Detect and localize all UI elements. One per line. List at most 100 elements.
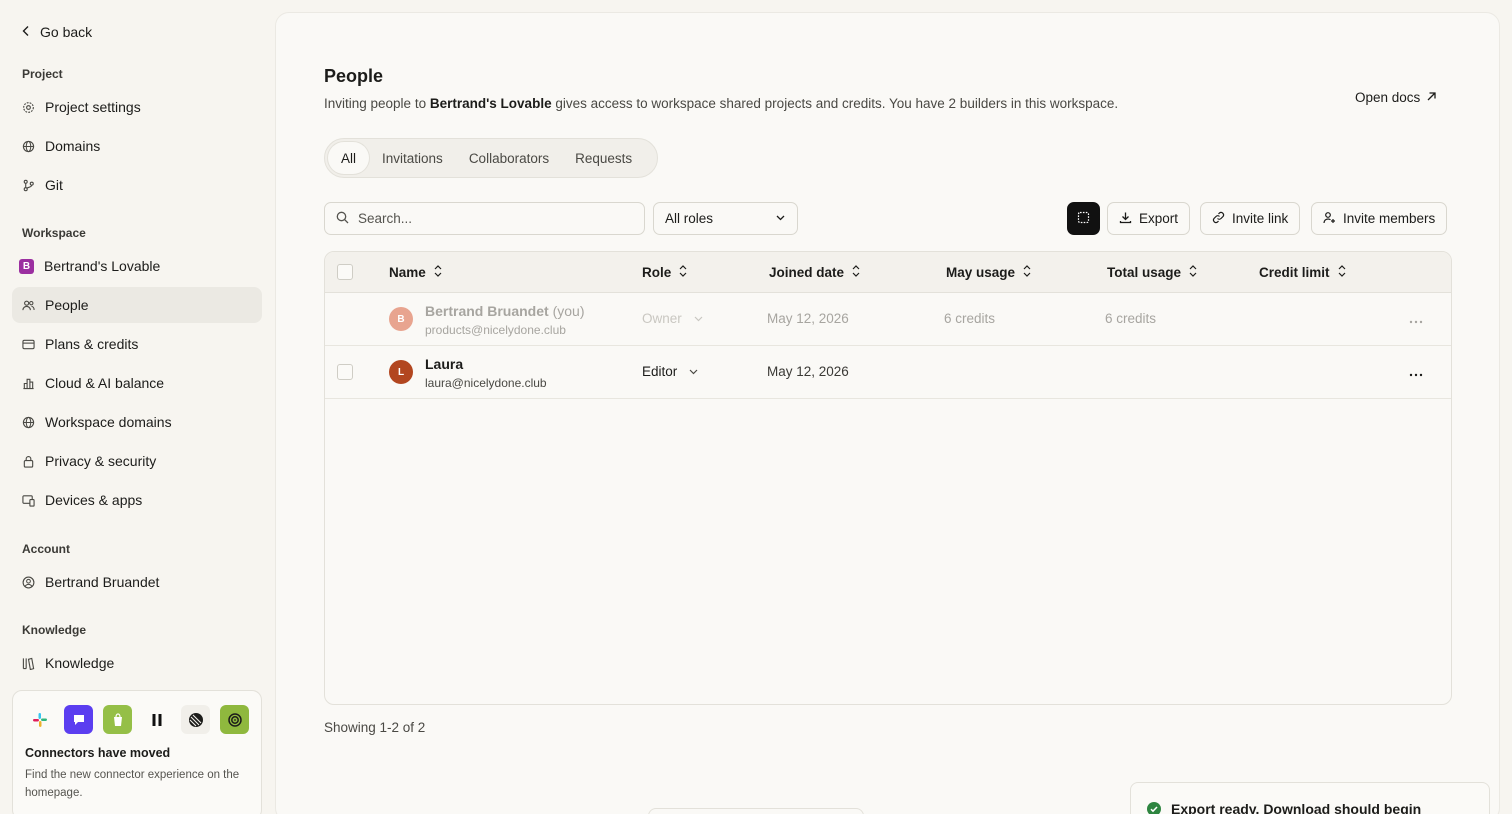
sidebar-item-git[interactable]: Git (12, 167, 262, 203)
column-label: Role (642, 265, 672, 280)
slack-icon (25, 705, 54, 734)
total-usage: 6 credits (1105, 311, 1157, 326)
pagination-summary: Showing 1-2 of 2 (324, 720, 426, 735)
invite-link-button[interactable]: Invite link (1200, 202, 1301, 235)
sidebar-item-label: People (45, 297, 89, 313)
toast-notification: Export ready. Download should begin (1130, 782, 1490, 814)
invite-members-label: Invite members (1343, 211, 1436, 226)
shopify-icon (103, 705, 132, 734)
column-name[interactable]: Name (389, 265, 442, 280)
sort-icon (1023, 265, 1031, 280)
tab-all[interactable]: All (328, 142, 370, 174)
roles-filter-value: All roles (665, 211, 714, 226)
sidebar-item-people[interactable]: People (12, 287, 262, 323)
people-table: Name Role Joined date May usage Total us… (324, 251, 1452, 705)
row-more-menu[interactable] (1409, 364, 1433, 380)
connectors-card-title: Connectors have moved (25, 746, 171, 760)
gear-icon (22, 101, 35, 114)
arrow-up-right-icon (1426, 90, 1437, 105)
column-label: Name (389, 265, 426, 280)
table-row[interactable]: L Laura laura@nicelydone.club Editor May… (325, 346, 1451, 399)
more-horizontal-icon (1409, 311, 1423, 327)
tab-requests[interactable]: Requests (562, 142, 645, 174)
role-value: Owner (642, 311, 682, 326)
pause-icon (142, 705, 171, 734)
column-credit-limit[interactable]: Credit limit (1259, 265, 1346, 280)
sidebar-item-account-profile[interactable]: Bertrand Bruandet (12, 564, 262, 600)
section-label-project: Project (22, 67, 63, 81)
open-docs-label: Open docs (1355, 90, 1421, 105)
sidebar-item-knowledge[interactable]: Knowledge (12, 645, 262, 681)
sidebar-item-workspace[interactable]: B Bertrand's Lovable (12, 248, 262, 284)
column-role[interactable]: Role (642, 265, 687, 280)
sidebar-item-label: Bertrand's Lovable (44, 258, 161, 274)
may-usage: 6 credits (944, 311, 996, 326)
section-label-workspace: Workspace (22, 226, 86, 240)
search-input[interactable] (358, 211, 618, 226)
sort-icon (1338, 265, 1346, 280)
sort-icon (679, 265, 687, 280)
select-mode-button[interactable] (1067, 202, 1100, 235)
sidebar-item-workspace-domains[interactable]: Workspace domains (12, 404, 262, 440)
sidebar-item-plans-credits[interactable]: Plans & credits (12, 326, 262, 362)
member-name: Bertrand Bruandet (you) (425, 303, 584, 319)
column-may-usage[interactable]: May usage (946, 265, 1031, 280)
avatar: L (389, 360, 413, 384)
lock-icon (22, 455, 35, 468)
column-label: Credit limit (1259, 265, 1330, 280)
sidebar-item-project-settings[interactable]: Project settings (12, 89, 262, 125)
sidebar-item-privacy-security[interactable]: Privacy & security (12, 443, 262, 479)
table-row[interactable]: B Bertrand Bruandet (you) products@nicel… (325, 293, 1451, 346)
section-label-knowledge: Knowledge (22, 623, 87, 637)
globe-icon (22, 140, 35, 153)
bottom-panel-edge (648, 808, 864, 814)
download-icon (1119, 211, 1132, 227)
sidebar-item-label: Plans & credits (45, 336, 139, 352)
go-back-link[interactable]: Go back (20, 22, 92, 42)
library-icon (22, 657, 35, 670)
check-circle-icon (1147, 801, 1161, 814)
column-joined-date[interactable]: Joined date (769, 265, 860, 280)
export-button[interactable]: Export (1107, 202, 1191, 235)
sidebar-item-devices-apps[interactable]: Devices & apps (12, 482, 262, 518)
search-box (324, 202, 645, 235)
sidebar-item-label: Git (45, 177, 63, 193)
row-more-menu[interactable] (1409, 311, 1433, 327)
sidebar-item-label: Devices & apps (45, 492, 143, 508)
column-label: May usage (946, 265, 1016, 280)
member-email: products@nicelydone.club (425, 323, 566, 337)
sidebar-item-label: Bertrand Bruandet (45, 574, 160, 590)
role-select[interactable]: Editor (642, 364, 698, 379)
sidebar-item-domains[interactable]: Domains (12, 128, 262, 164)
member-name: Laura (425, 356, 464, 372)
connectors-card-description: Find the new connector experience on the… (25, 769, 240, 799)
section-label-account: Account (22, 542, 70, 556)
user-plus-icon (1323, 211, 1336, 227)
link-icon (1212, 211, 1225, 227)
sidebar-item-label: Domains (45, 138, 101, 154)
sort-icon (434, 265, 442, 280)
row-checkbox[interactable] (337, 364, 353, 380)
roles-filter-select[interactable]: All roles (653, 202, 798, 235)
open-docs-link[interactable]: Open docs (1355, 90, 1437, 105)
invite-members-button[interactable]: Invite members (1311, 202, 1448, 235)
tab-collaborators[interactable]: Collaborators (456, 142, 562, 174)
sidebar-item-label: Privacy & security (45, 453, 157, 469)
workspace-badge: B (19, 258, 34, 274)
select-all-checkbox[interactable] (337, 264, 353, 280)
column-label: Total usage (1107, 265, 1182, 280)
chevron-down-icon (694, 311, 703, 326)
description-prefix: Inviting people to (324, 96, 430, 111)
export-label: Export (1139, 211, 1179, 226)
connectors-card[interactable]: Connectors have moved Find the new conne… (12, 690, 262, 814)
main-panel: People Inviting people to Bertrand's Lov… (275, 12, 1500, 814)
sidebar-item-label: Workspace domains (45, 414, 172, 430)
search-icon (336, 211, 349, 227)
column-total-usage[interactable]: Total usage (1107, 265, 1197, 280)
sidebar-item-cloud-ai-balance[interactable]: Cloud & AI balance (12, 365, 262, 401)
page-title: People (324, 66, 384, 86)
role-value: Editor (642, 364, 678, 379)
joined-date: May 12, 2026 (767, 364, 849, 379)
tab-invitations[interactable]: Invitations (369, 142, 456, 174)
git-icon (22, 179, 35, 192)
